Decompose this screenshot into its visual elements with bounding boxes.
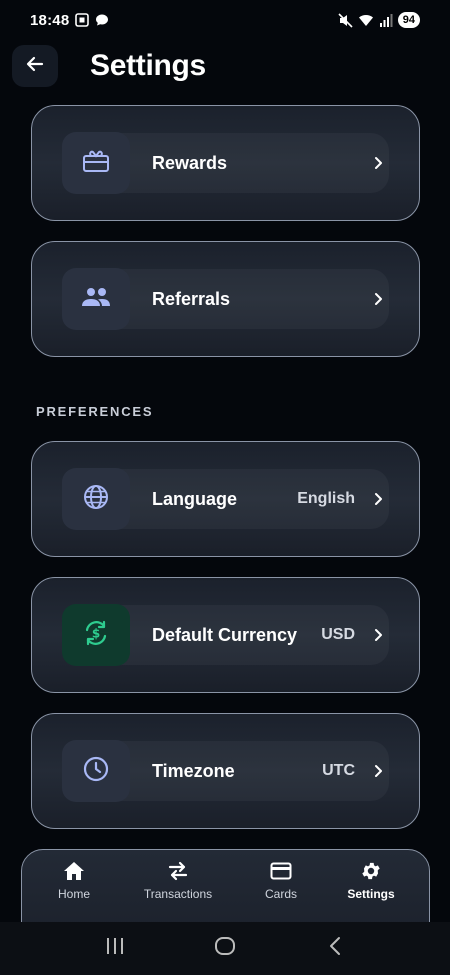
nav-label-home: Home [57,887,90,901]
people-icon [81,286,111,313]
chevron-right-icon [371,492,385,506]
swap-arrows-icon [167,860,189,882]
home-system-button[interactable] [205,929,245,969]
page-title: Settings [90,49,206,82]
signal-icon [379,13,393,27]
status-bar: 18:48 94 [0,0,450,40]
language-icon-tile [62,468,130,530]
recents-button[interactable] [95,929,135,969]
currency-exchange-icon: $ [82,619,110,652]
chevron-left-icon [328,936,342,961]
currency-card[interactable]: $ Default Currency USD [31,577,420,693]
currency-label: Default Currency [152,624,298,645]
nav-item-settings[interactable]: Settings [326,860,416,901]
preferences-section-label: PREFERENCES [36,404,154,419]
nav-label-cards: Cards [264,887,297,901]
timezone-row[interactable]: Timezone UTC [62,740,389,802]
language-card[interactable]: Language English [31,441,420,557]
wifi-icon [358,13,374,27]
referrals-row[interactable]: Referrals [62,268,389,330]
header: Settings [12,45,206,87]
timezone-icon-tile [62,740,130,802]
home-icon [63,860,85,882]
nav-item-cards[interactable]: Cards [236,860,326,901]
nav-label-transactions: Transactions [143,887,213,901]
nav-label-settings: Settings [347,887,395,901]
currency-row[interactable]: $ Default Currency USD [62,604,389,666]
language-row[interactable]: Language English [62,468,389,530]
clock-icon [83,756,109,787]
screenshot-icon [75,13,90,27]
chevron-right-icon [371,292,385,306]
gift-card-icon [82,149,110,178]
globe-icon [83,484,109,515]
rewards-row[interactable]: Rewards [62,132,389,194]
back-button[interactable] [12,45,58,87]
language-label: Language [152,488,238,509]
gear-icon [360,860,382,882]
currency-value: USD [321,626,355,643]
chevron-right-icon [371,156,385,170]
status-right: 94 [338,12,420,28]
rewards-icon-tile [62,132,130,194]
recents-icon [105,937,125,960]
system-nav-bar [0,922,450,975]
status-left: 18:48 [30,12,109,29]
svg-text:$: $ [92,626,100,640]
currency-icon-tile: $ [62,604,130,666]
status-time: 18:48 [30,11,70,29]
back-system-button[interactable] [315,929,355,969]
card-icon [270,860,292,882]
referrals-label: Referrals [152,288,231,309]
arrow-left-icon [25,54,45,79]
referrals-card[interactable]: Referrals [31,241,420,357]
mute-icon [338,12,353,28]
chevron-right-icon [371,764,385,778]
home-circle-icon [214,936,236,961]
timezone-value: UTC [322,762,355,779]
rewards-card[interactable]: Rewards [31,105,420,221]
rewards-label: Rewards [152,152,228,173]
referrals-icon-tile [62,268,130,330]
language-value: English [297,490,355,507]
chevron-right-icon [371,628,385,642]
chat-bubble-icon [95,13,109,27]
battery-indicator: 94 [397,12,420,28]
timezone-label: Timezone [152,760,235,781]
nav-item-transactions[interactable]: Transactions [133,860,223,901]
timezone-card[interactable]: Timezone UTC [31,713,420,829]
nav-item-home[interactable]: Home [29,860,119,901]
